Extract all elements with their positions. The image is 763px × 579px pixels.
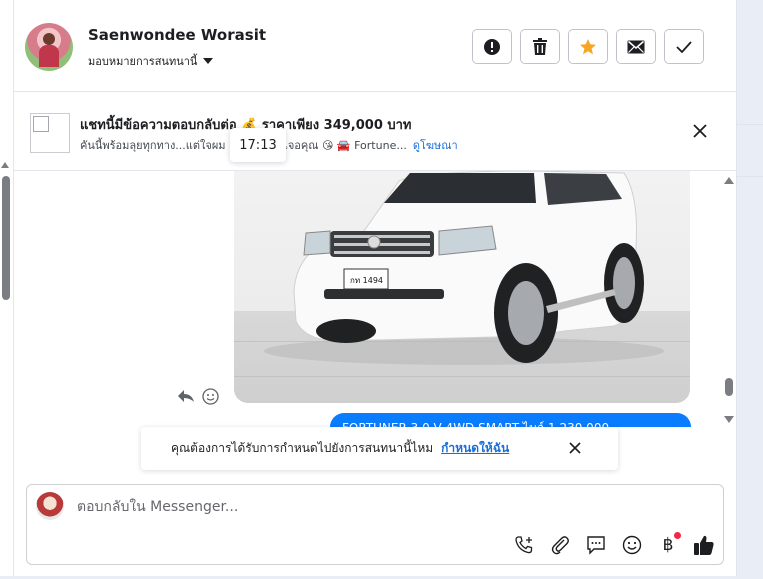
notification-dot: [674, 532, 681, 539]
phone-plus-icon: [515, 536, 533, 554]
contact-avatar[interactable]: [25, 23, 73, 71]
chevron-down-icon: [203, 58, 214, 64]
assign-label: มอบหมายการสนทนานี้: [88, 55, 198, 68]
svg-text:กท 1494: กท 1494: [350, 276, 383, 285]
mark-done-button[interactable]: [664, 29, 704, 64]
assign-to-me-link[interactable]: กำหนดให้ฉัน: [441, 439, 509, 458]
message-actions: [177, 387, 219, 405]
report-button[interactable]: [472, 29, 512, 64]
header-actions: [472, 29, 704, 64]
reply-icon: [178, 390, 194, 402]
mark-unread-button[interactable]: [616, 29, 656, 64]
right-scrollbar-thumb[interactable]: [725, 378, 733, 396]
scroll-down-arrow-right[interactable]: [724, 416, 734, 423]
left-scrollbar-thumb[interactable]: [2, 176, 10, 300]
composer-tools: ฿: [511, 532, 717, 558]
star-icon: [580, 38, 596, 54]
close-ad-button[interactable]: [688, 119, 712, 143]
conversation-header: Saenwondee Worasit มอบหมายการสนทนานี้: [14, 0, 736, 92]
car-photo-attachment[interactable]: กท 1494: [234, 171, 690, 403]
reply-composer: ฿: [26, 484, 724, 565]
ad-thumbnail[interactable]: [30, 113, 70, 153]
outgoing-message-bubble[interactable]: FORTUNER 3.0 V 4WD SMART ไมล์ 1,230,000: [330, 413, 691, 427]
close-icon: [569, 442, 581, 454]
saved-replies-button[interactable]: [583, 532, 609, 558]
assign-conversation-dropdown[interactable]: มอบหมายการสนทนานี้: [88, 52, 214, 70]
payment-button[interactable]: ฿: [655, 532, 681, 558]
reply-input[interactable]: [77, 491, 637, 523]
message-text: FORTUNER 3.0 V 4WD SMART ไมล์ 1,230,000: [342, 419, 609, 427]
call-button[interactable]: [511, 532, 537, 558]
like-button[interactable]: [691, 532, 717, 558]
check-icon: [676, 40, 692, 53]
emoji-button[interactable]: [619, 532, 645, 558]
ad-subtitle-text: คันนี้พร้อมลุยทุกทาง...แต่ใจผม: [80, 139, 226, 152]
thumbs-up-icon: [694, 535, 714, 555]
alert-icon: [484, 38, 500, 55]
ad-context-banner: แชทนี้มีข้อความตอบกลับต่อ 💰 ราคาเพียง 34…: [14, 93, 736, 171]
trash-icon: [533, 37, 547, 55]
delete-button[interactable]: [520, 29, 560, 64]
right-panel-edge: [736, 0, 763, 579]
assign-prompt-text: คุณต้องการได้รับการกำหนดไปยังการสนทนานี้…: [171, 441, 434, 455]
view-ad-link[interactable]: ดูโฆษณา: [413, 136, 458, 154]
reply-button[interactable]: [177, 387, 195, 405]
star-button[interactable]: [568, 29, 608, 64]
contact-name[interactable]: Saenwondee Worasit: [88, 26, 266, 44]
scroll-up-arrow[interactable]: [1, 162, 9, 168]
page-avatar: [36, 492, 64, 520]
baht-icon: ฿: [662, 535, 674, 555]
paperclip-icon: [551, 536, 569, 555]
dismiss-toast-button[interactable]: [567, 440, 583, 456]
scroll-up-arrow-right[interactable]: [724, 177, 734, 184]
envelope-icon: [627, 40, 645, 53]
chat-bubble-icon: [587, 536, 605, 555]
smile-icon: [622, 535, 642, 555]
smile-icon: [201, 387, 219, 405]
timestamp-tooltip: 17:13: [230, 128, 286, 162]
close-icon: [693, 124, 707, 138]
assign-prompt-toast: คุณต้องการได้รับการกำหนดไปยังการสนทนานี้…: [141, 427, 618, 470]
react-button[interactable]: [201, 387, 219, 405]
attach-button[interactable]: [547, 532, 573, 558]
